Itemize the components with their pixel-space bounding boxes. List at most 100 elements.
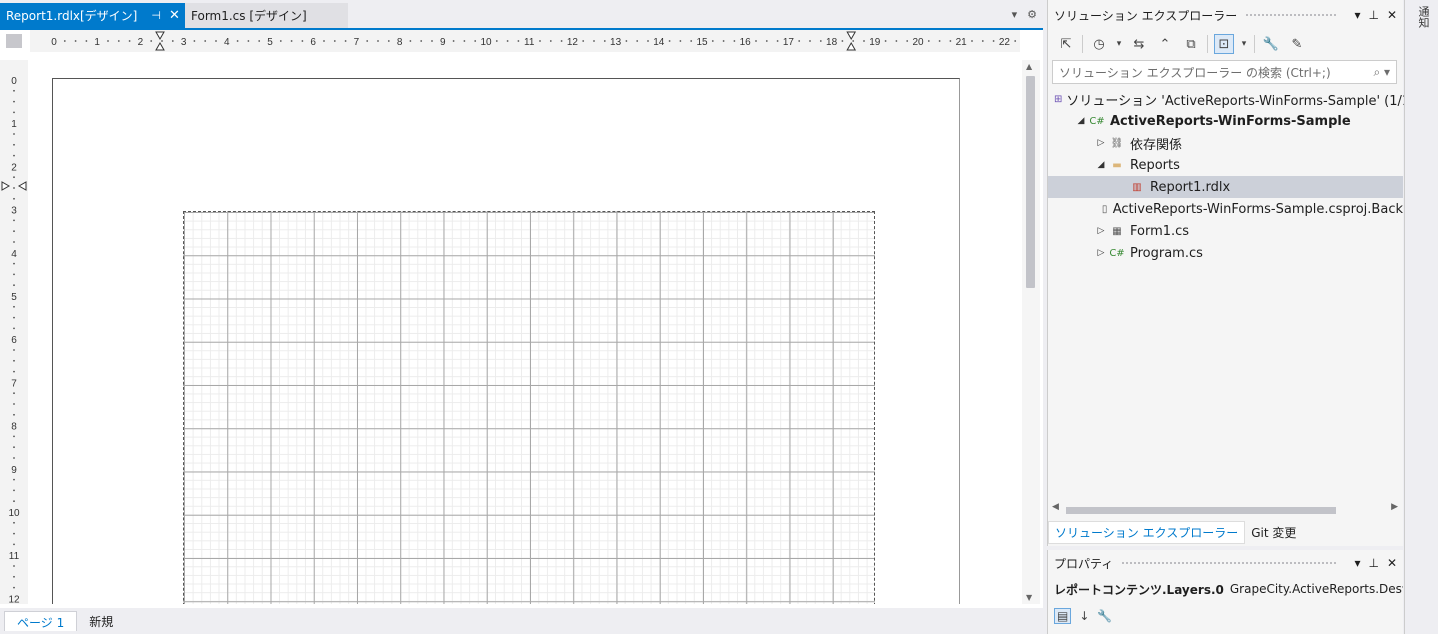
search-icon[interactable]: ⌕ ▾ [1373,65,1390,80]
panel-grip[interactable] [1121,560,1339,566]
ruler-tick [193,40,196,42]
gear-icon[interactable]: ⚙ [1027,8,1037,21]
designer-vertical-scrollbar[interactable]: ▲ ▼ [1022,60,1040,604]
ruler-tick [13,403,15,405]
properties-object-selector[interactable]: レポートコンテンツ.Layers.0 GrapeCity.ActiveRepor… [1048,576,1403,602]
ruler-tick [13,219,15,222]
tab-git-changes[interactable]: Git 変更 [1245,522,1302,543]
solution-explorer-search-input[interactable]: ソリューション エクスプローラー の検索 (Ctrl+;) ⌕ ▾ [1052,60,1397,84]
ruler-tick [258,40,261,42]
chevron-down-icon[interactable]: ▾ [1402,584,1403,594]
tree-node-label: 依存関係 [1130,137,1183,153]
ruler-tick [204,40,207,42]
ruler-label: 0 [51,37,57,48]
preview-selected-icon[interactable]: ⊡ [1214,34,1234,54]
tab-form1-design[interactable]: Form1.cs [デザイン] [185,3,348,28]
solution-explorer-horizontal-scrollbar[interactable]: ◀ ▶ [1052,502,1398,516]
tree-node[interactable]: ◢ ▬ Reports [1048,154,1403,176]
collapse-all-icon[interactable]: ⌃ [1155,34,1175,54]
scroll-thumb[interactable] [1066,507,1336,514]
ruler-corner[interactable] [6,34,22,48]
ruler-tick [668,40,671,42]
ruler-tick [636,40,639,42]
ruler-label: 14 [653,37,665,48]
ruler-tick [690,40,693,42]
ruler-tick [13,100,15,103]
tree-node[interactable]: ▯ ActiveReports-WinForms-Sample.csproj.Ba… [1048,198,1403,220]
tree-node[interactable]: ◢ C# ActiveReports-WinForms-Sample [1048,110,1403,132]
scroll-up-icon[interactable]: ▲ [1026,62,1032,71]
ruler-tick [13,133,15,135]
scroll-right-icon[interactable]: ▶ [1391,502,1398,512]
properties-panel: プロパティ ▾ ⊥ ✕ レポートコンテンツ.Layers.0 GrapeCity… [1047,550,1403,634]
show-all-files-icon[interactable]: ⧉ [1181,34,1201,54]
ruler-label: 6 [11,335,17,346]
alphabetical-icon[interactable]: ↓ [1079,609,1089,623]
panel-close-icon[interactable]: ✕ [1387,8,1397,22]
collapsed-arrow-icon[interactable]: ▷ [1094,138,1108,148]
ruler-tick [906,40,909,42]
sync-icon[interactable]: ⇆ [1129,34,1149,54]
properties-title-bar: プロパティ ▾ ⊥ ✕ [1048,550,1403,576]
panel-menu-icon[interactable]: ▾ [1354,556,1360,570]
dropdown-icon[interactable]: ▾ [1240,34,1248,54]
design-canvas[interactable] [30,54,1020,604]
csharp-file-icon: C# [1109,247,1125,259]
tab-list-dropdown-icon[interactable]: ▾ [1012,8,1018,21]
selected-object-name: レポートコンテンツ.Layers.0 [1054,582,1224,597]
ruler-label: 17 [783,37,795,48]
document-tab-bar: Report1.rdlx[デザイン] ⊣ ✕ Form1.cs [デザイン] ▾… [0,0,1043,30]
ruler-tick [13,532,15,535]
tab-solution-explorer[interactable]: ソリューション エクスプローラー [1048,520,1246,544]
ruler-tick [13,230,15,233]
tree-node[interactable]: ▷ C# Program.cs [1048,242,1403,264]
panel-pin-icon[interactable]: ⊥ [1368,556,1378,570]
ruler-tick [13,435,15,438]
tab-page-1[interactable]: ページ 1 [4,611,78,631]
tree-node-label: Program.cs [1130,245,1203,261]
tree-node-label: ActiveReports-WinForms-Sample [1110,113,1351,129]
scroll-left-icon[interactable]: ◀ [1052,502,1059,512]
scroll-down-icon[interactable]: ▼ [1026,593,1032,602]
dropdown-icon[interactable]: ▾ [1115,34,1123,54]
collapsed-arrow-icon[interactable]: ▷ [1094,248,1108,258]
toolbar-separator [1207,35,1208,53]
ruler-tick [603,40,606,42]
properties-wrench-icon[interactable]: 🔧 [1261,34,1281,54]
collapsed-arrow-icon[interactable]: ▷ [1094,226,1108,236]
expanded-arrow-icon[interactable]: ◢ [1074,116,1088,126]
ruler-tick [13,413,15,416]
expanded-arrow-icon[interactable]: ◢ [1094,160,1108,170]
property-pages-wrench-icon[interactable]: 🔧 [1097,609,1112,623]
pen-icon[interactable]: ✎ [1287,34,1307,54]
pin-icon[interactable]: ⊣ [151,9,161,22]
tree-node[interactable]: ▷ ⛓ 依存関係 [1048,132,1403,154]
categorized-icon[interactable]: ▤ [1054,608,1072,624]
scroll-thumb[interactable] [1026,76,1035,288]
ruler-tick [13,89,15,92]
tree-node[interactable]: ⊞ ソリューション 'ActiveReports-WinForms-Sample'… [1048,88,1419,110]
notifications-strip[interactable]: 通知 [1404,0,1438,634]
horizontal-ruler: 0 1 2 3 4 5 6 7 8 9 10 11 12 13 14 15 16 17 18 19 20 21 22 [30,30,1020,52]
ruler-label: 3 [11,206,17,217]
ruler-tick [1014,40,1017,42]
ruler-tick [63,40,66,42]
panel-close-icon[interactable]: ✕ [1387,556,1397,570]
tree-node[interactable]: ▷ ▦ Form1.cs [1048,220,1403,242]
tab-report1-design[interactable]: Report1.rdlx[デザイン] ⊣ ✕ [0,3,185,28]
tree-node[interactable]: ▥ Report1.rdlx [1048,176,1403,198]
panel-pin-icon[interactable]: ⊥ [1368,8,1378,22]
pending-changes-icon[interactable]: ◷ [1089,34,1109,54]
tab-new-page[interactable]: 新規 [77,611,125,631]
switch-views-icon[interactable]: ⇱ [1056,34,1076,54]
ruler-label: 12 [8,594,20,604]
ruler-tick [13,316,15,319]
report-body-grid[interactable] [183,211,875,604]
ruler-tick [13,370,15,373]
panel-menu-icon[interactable]: ▾ [1354,8,1360,22]
close-icon[interactable]: ✕ [169,8,180,23]
ruler-tick [387,40,390,42]
panel-grip[interactable] [1245,12,1339,18]
ruler-tick [949,40,952,42]
folder-icon: ▬ [1112,159,1122,171]
